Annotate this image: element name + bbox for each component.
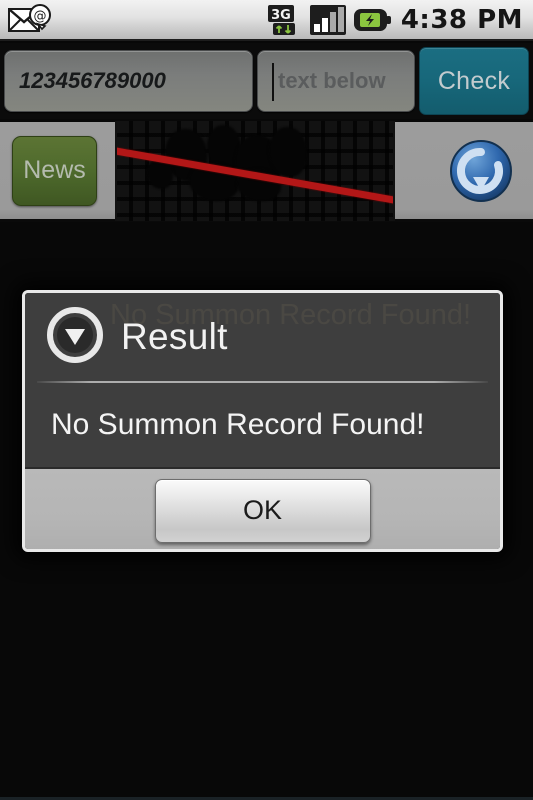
- dialog-message: No Summon Record Found!: [51, 408, 425, 441]
- svg-text:3G: 3G: [271, 8, 291, 23]
- check-button[interactable]: Check: [419, 47, 529, 115]
- ok-button-label: OK: [242, 495, 282, 525]
- alert-down-arrow-icon: [47, 306, 103, 368]
- svg-text:@: @: [34, 9, 47, 24]
- dialog-title-area: No Summon Record Found! Result: [25, 293, 500, 381]
- number-input-value: 123456789000: [19, 68, 166, 93]
- text-cursor: [272, 63, 274, 101]
- status-bar-left: @: [0, 3, 55, 36]
- refresh-button[interactable]: [443, 133, 519, 209]
- number-input[interactable]: 123456789000: [4, 50, 253, 112]
- result-dialog: No Summon Record Found! Result No Summon…: [22, 290, 503, 552]
- input-row: 123456789000 text below Check: [0, 43, 533, 119]
- phone-screen: @ 3G 4:38 PM 123456789000 text below Che…: [0, 0, 533, 800]
- dialog-backdrop: No Summon Record Found! Result No Summon…: [0, 225, 533, 800]
- captcha-row: News: [0, 120, 533, 222]
- refresh-icon: [443, 133, 519, 209]
- news-button-label: News: [23, 156, 86, 184]
- dialog-footer: OK: [25, 467, 500, 549]
- mail-at-icon: @: [7, 3, 55, 36]
- dialog-title: Result: [121, 316, 228, 357]
- signal-bars-icon: [309, 4, 347, 36]
- status-bar-right: 3G 4:38 PM: [265, 4, 533, 36]
- captcha-input-placeholder: text below: [278, 68, 386, 93]
- status-bar: @ 3G 4:38 PM: [0, 0, 533, 41]
- captcha-input[interactable]: text below: [257, 50, 415, 112]
- captcha-image: [115, 120, 395, 221]
- check-button-label: Check: [437, 66, 511, 95]
- battery-charging-icon: [353, 5, 393, 35]
- ok-button[interactable]: OK: [154, 478, 371, 543]
- status-bar-clock: 4:38 PM: [400, 4, 523, 35]
- 3g-data-icon: 3G: [265, 4, 303, 36]
- dialog-message-area: No Summon Record Found!: [25, 383, 500, 467]
- news-button[interactable]: News: [12, 135, 97, 206]
